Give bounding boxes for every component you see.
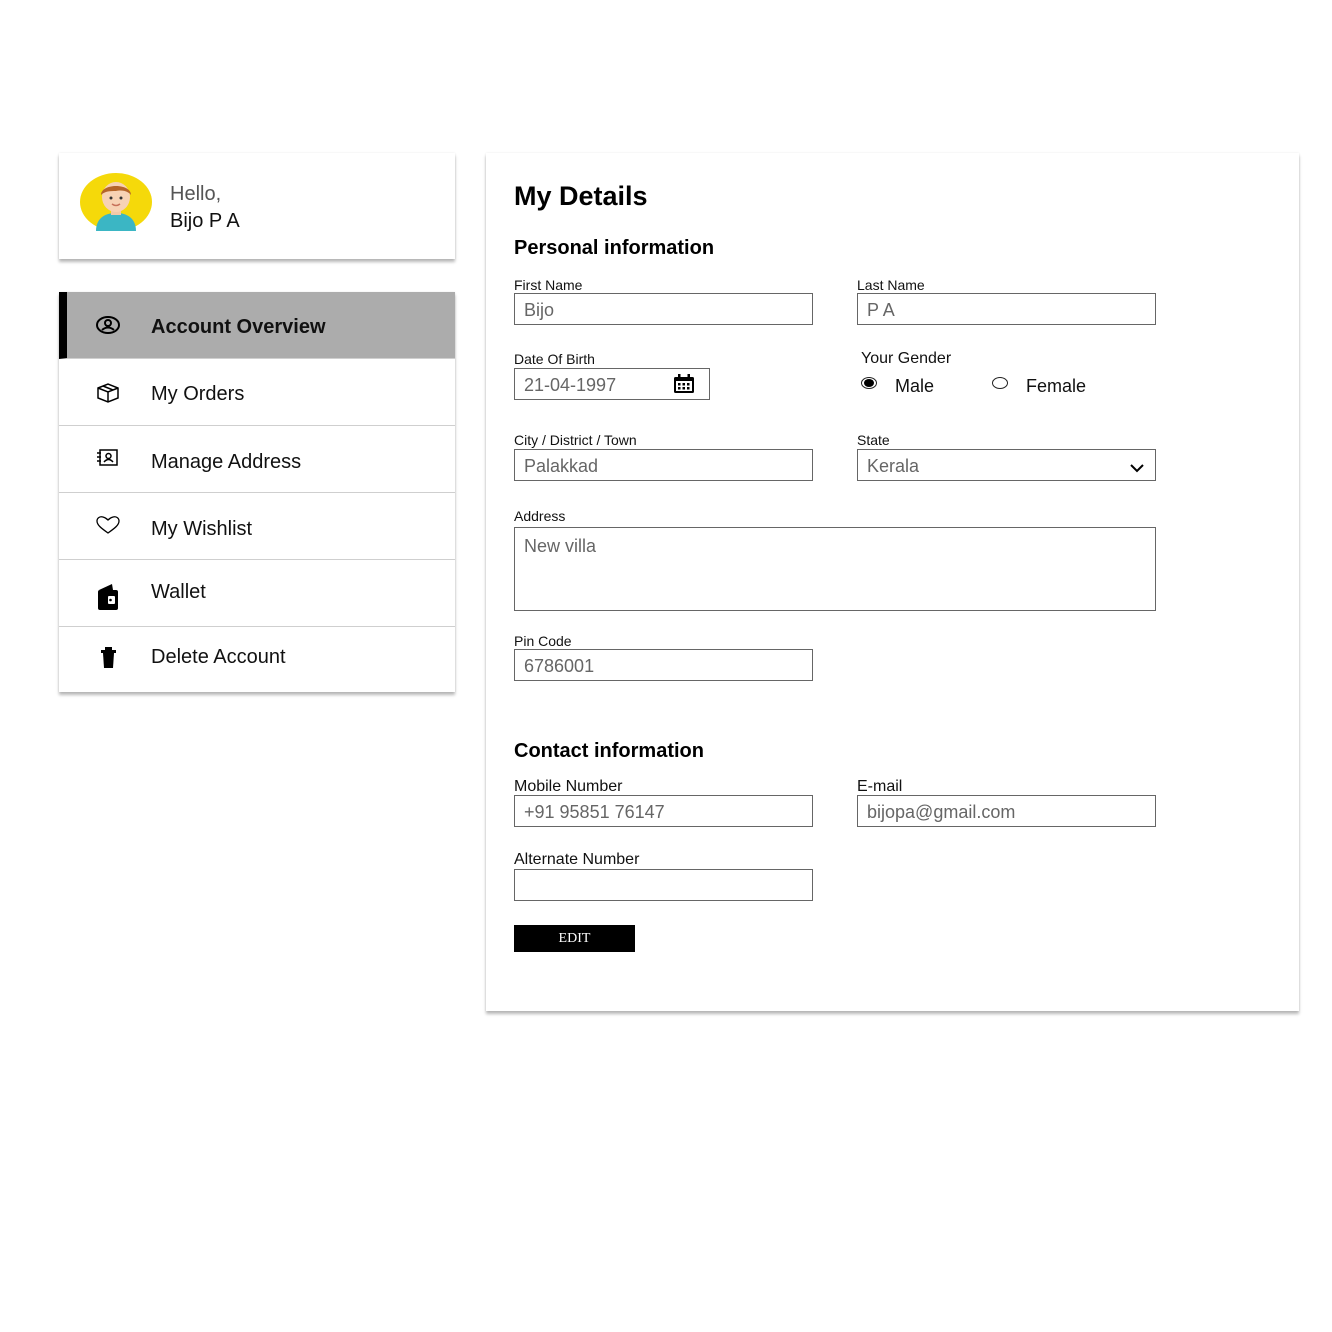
box-icon [95,380,121,406]
account-icon [95,313,121,339]
city-value: Palakkad [524,456,599,476]
alternate-number-field[interactable] [514,869,813,901]
last-name-value: P A [867,300,895,320]
sidebar-item-label: Delete Account [151,646,286,668]
gender-male-radio[interactable] [861,377,877,389]
sidebar-item-account-overview[interactable]: Account Overview [59,292,455,359]
email-label: E-mail [857,778,903,795]
state-select[interactable]: Kerala [857,449,1156,481]
sidebar-item-my-wishlist[interactable]: My Wishlist [59,493,455,560]
edit-button[interactable]: EDIT [514,925,635,952]
sidebar-item-wallet[interactable]: Wallet [59,560,455,627]
sidebar-item-label: My Orders [151,383,245,405]
last-name-field[interactable]: P A [857,293,1156,325]
gender-male-label: Male [895,376,935,396]
greeting-text: Hello, [170,183,222,205]
wallet-icon [95,582,121,610]
pincode-value: 6786001 [524,656,595,676]
pincode-label: Pin Code [514,633,572,649]
alternate-number-label: Alternate Number [514,851,640,868]
gender-female-label: Female [1026,376,1087,396]
chevron-down-icon [1129,460,1145,478]
city-field[interactable]: Palakkad [514,449,813,481]
dob-label: Date Of Birth [514,351,595,367]
gender-label: Your Gender [861,350,952,367]
mobile-value: +91 95851 76147 [524,802,665,822]
heart-icon [95,513,121,539]
dob-value: 21-04-1997 [524,375,617,395]
page-title: My Details [514,181,648,211]
last-name-label: Last Name [857,277,925,293]
first-name-field[interactable]: Bijo [514,293,813,325]
pincode-field[interactable]: 6786001 [514,649,813,681]
mobile-label: Mobile Number [514,778,623,795]
email-field[interactable]: bijopa@gmail.com [857,795,1156,827]
address-book-icon [95,446,121,472]
trash-icon [95,645,121,671]
contact-info-heading: Contact information [514,740,704,762]
first-name-value: Bijo [524,300,555,320]
mobile-field[interactable]: +91 95851 76147 [514,795,813,827]
user-name: Bijo P A [170,210,240,232]
calendar-icon[interactable] [673,374,695,399]
personal-info-heading: Personal information [514,237,715,259]
address-label: Address [514,508,566,524]
sidebar-item-delete-account[interactable]: Delete Account [59,627,455,692]
sidebar-item-label: My Wishlist [151,518,253,540]
dob-field[interactable]: 21-04-1997 [514,368,710,400]
sidebar-item-manage-address[interactable]: Manage Address [59,426,455,493]
sidebar-item-label: Wallet [151,581,206,603]
address-textarea[interactable]: New villa [514,527,1156,611]
sidebar-item-my-orders[interactable]: My Orders [59,359,455,426]
sidebar-item-label: Manage Address [151,451,302,473]
user-avatar-icon [80,173,152,231]
state-value: Kerala [867,456,920,476]
address-value: New villa [524,536,597,556]
city-label: City / District / Town [514,432,637,448]
state-label: State [857,432,890,448]
sidebar-item-label: Account Overview [151,316,326,338]
email-value: bijopa@gmail.com [867,802,1016,822]
first-name-label: First Name [514,277,583,293]
gender-female-radio[interactable] [992,377,1008,389]
